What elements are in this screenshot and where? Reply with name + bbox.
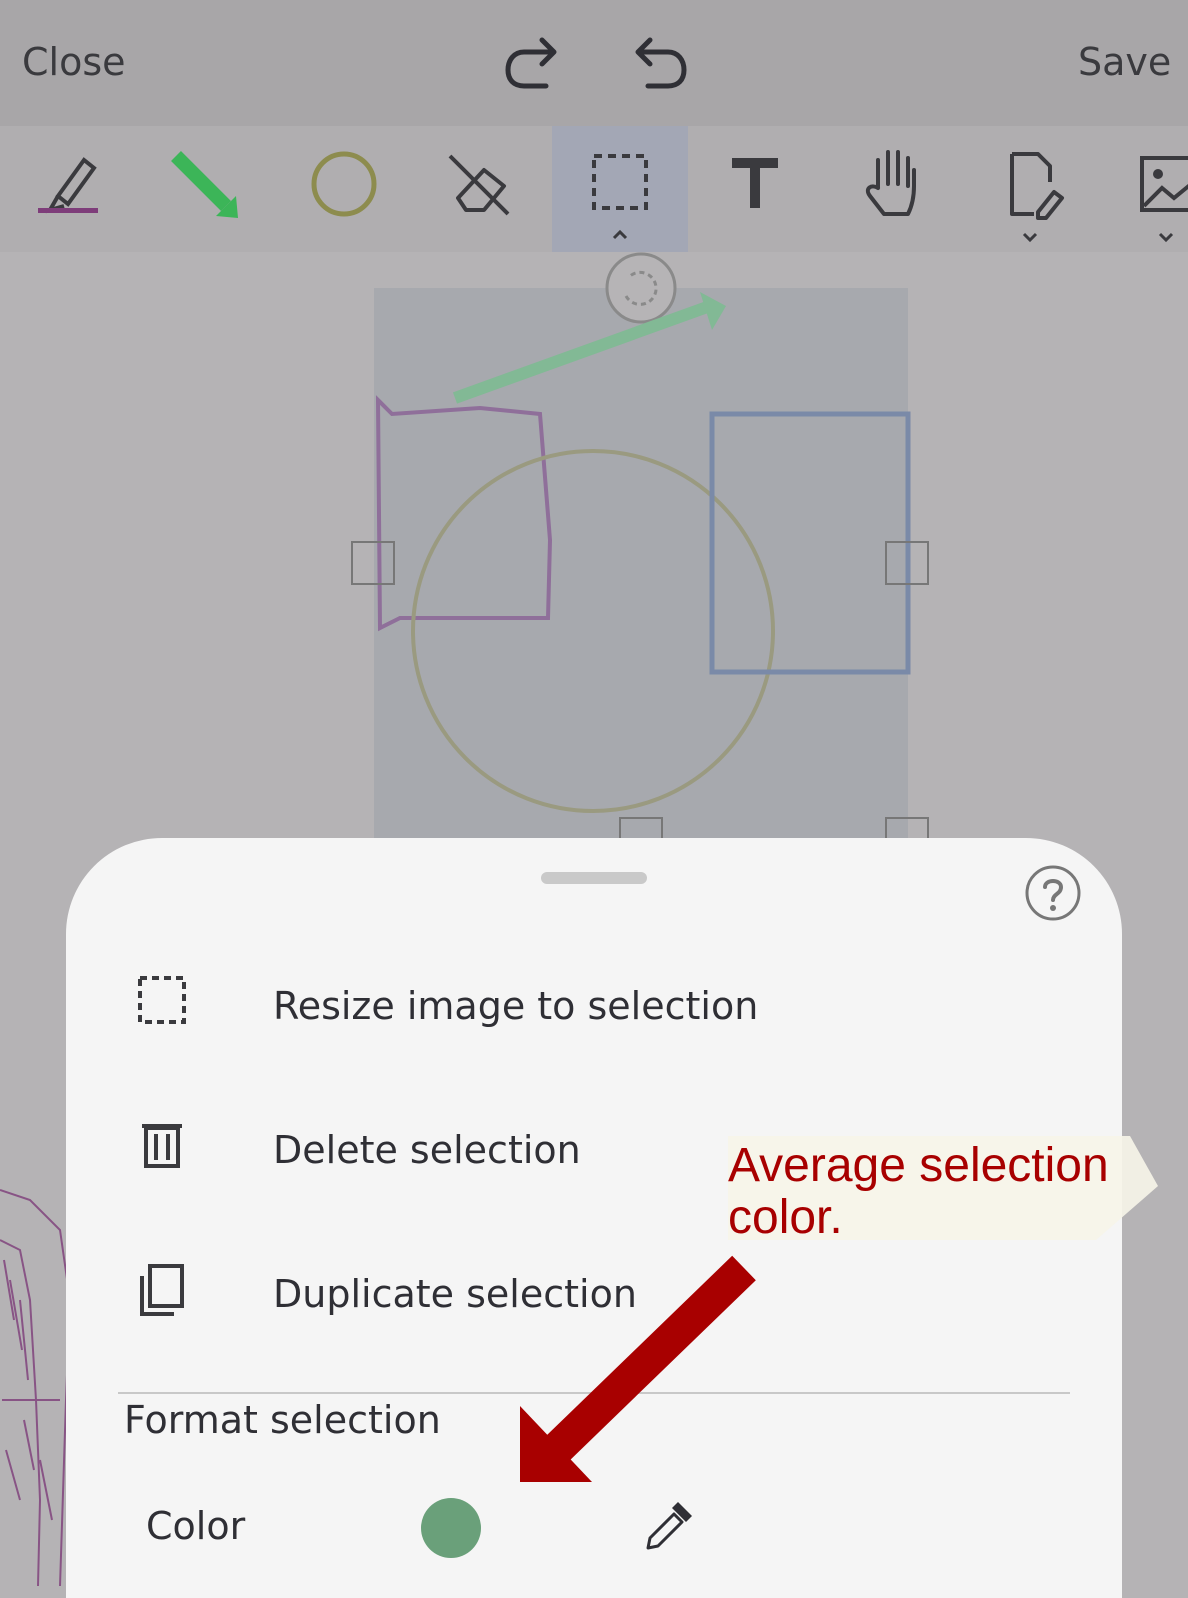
delete-selection-label: Delete selection <box>273 1128 581 1172</box>
image-insert-tool[interactable] <box>1096 126 1188 252</box>
close-button[interactable]: Close <box>22 40 126 84</box>
eraser-icon <box>448 154 510 216</box>
section-divider <box>118 1392 1070 1394</box>
arrow-pen-icon <box>171 151 238 218</box>
circle-tool[interactable] <box>272 126 408 252</box>
selection-tool[interactable] <box>552 126 688 252</box>
pan-tool[interactable] <box>824 126 960 252</box>
rotate-handle-icon <box>605 252 677 324</box>
save-button[interactable]: Save <box>1078 40 1171 84</box>
callout-text: Average selection color. <box>728 1140 1109 1244</box>
circle-icon <box>311 151 377 217</box>
duplicate-selection-item[interactable]: Duplicate selection <box>66 1236 1122 1346</box>
callout-line1: Average selection <box>728 1139 1109 1192</box>
arrow-pen-tool[interactable] <box>136 126 272 252</box>
undo-icon[interactable] <box>626 30 692 96</box>
trash-icon <box>134 1116 190 1176</box>
callout-line2: color. <box>728 1191 843 1244</box>
selection-box <box>374 288 908 848</box>
resize-image-label: Resize image to selection <box>273 984 759 1028</box>
redo-icon[interactable] <box>500 30 566 96</box>
hand-icon <box>865 150 916 216</box>
tool-row <box>0 126 1188 252</box>
eraser-tool[interactable] <box>408 126 544 252</box>
selection-icon <box>592 154 648 240</box>
color-swatch[interactable] <box>421 1498 481 1558</box>
duplicate-selection-label: Duplicate selection <box>273 1272 637 1316</box>
page-edit-tool[interactable] <box>960 126 1096 252</box>
eyedropper-icon[interactable] <box>638 1498 696 1556</box>
image-icon <box>1140 156 1188 243</box>
drag-handle[interactable] <box>541 872 647 884</box>
text-tool[interactable] <box>688 126 824 252</box>
top-bar: Close Save <box>0 0 1188 126</box>
text-icon <box>732 158 778 208</box>
color-label: Color <box>146 1504 246 1548</box>
help-icon[interactable] <box>1024 864 1082 922</box>
highlighter-icon <box>38 157 98 214</box>
duplicate-icon <box>134 1260 190 1320</box>
page-edit-icon <box>1010 152 1064 243</box>
highlighter-tool[interactable] <box>0 126 136 252</box>
resize-image-item[interactable]: Resize image to selection <box>66 948 1122 1058</box>
sketch-figure-left <box>0 1189 72 1586</box>
format-selection-heading: Format selection <box>124 1398 441 1442</box>
dashed-square-icon <box>134 972 190 1032</box>
